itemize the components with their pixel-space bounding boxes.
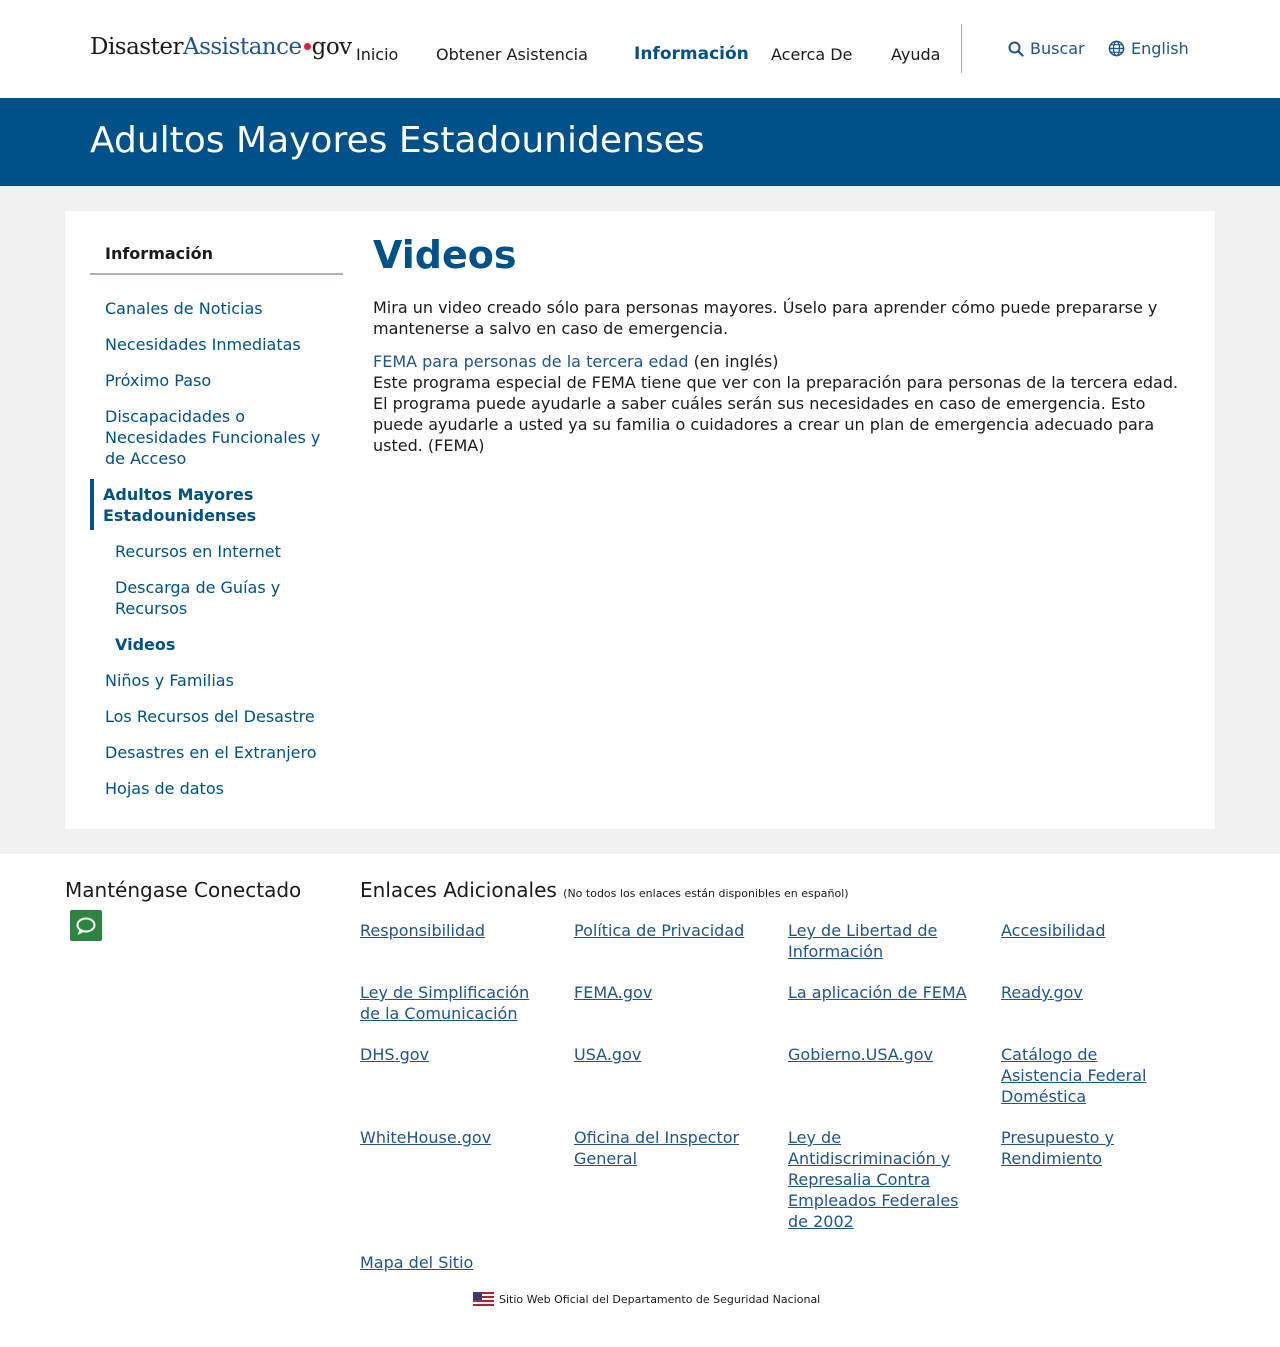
footer-link-gobierno-usa-gov[interactable]: Gobierno.USA.gov [788, 1044, 978, 1065]
sidebar-subitem-recursos-en-internet[interactable]: Recursos en Internet [115, 541, 340, 562]
sidebar-item-ninos-y-familias[interactable]: Niños y Familias [105, 670, 340, 691]
footer-link-privacidad[interactable]: Política de Privacidad [574, 920, 764, 941]
footer-link-responsibilidad[interactable]: Responsibilidad [360, 920, 550, 941]
footer-link-accesibilidad[interactable]: Accesibilidad [1001, 920, 1191, 941]
sidebar-item-adultos-mayores[interactable]: Adultos Mayores Estadounidenses [103, 484, 338, 526]
nav-acerca-de[interactable]: Acerca De [771, 45, 852, 64]
sidebar-divider [90, 273, 343, 275]
footer-link-presupuesto[interactable]: Presupuesto y Rendimiento [1001, 1127, 1171, 1169]
sidebar-subitem-videos[interactable]: Videos [115, 634, 340, 655]
sidebar-heading: Información [105, 244, 214, 263]
video-entry: FEMA para personas de la tercera edad (e… [373, 351, 1193, 456]
chat-button[interactable] [70, 910, 102, 941]
official-site-text: Sitio Web Oficial del Departamento de Se… [499, 1292, 821, 1306]
footer-link-dhs-gov[interactable]: DHS.gov [360, 1044, 550, 1065]
footer-link-whitehouse-gov[interactable]: WhiteHouse.gov [360, 1127, 550, 1148]
speech-bubble-icon [76, 917, 96, 935]
sidebar-item-desastres-extranjero[interactable]: Desastres en el Extranjero [105, 742, 340, 763]
globe-icon [1108, 40, 1125, 57]
search-button[interactable]: Buscar [1008, 39, 1085, 58]
sidebar-item-discapacidades[interactable]: Discapacidades o Necesidades Funcionales… [105, 406, 340, 469]
logo-text-gov: gov [311, 34, 353, 60]
footer-link-simplificacion[interactable]: Ley de Simplificación de la Comunicación [360, 982, 545, 1024]
nav-informacion[interactable]: Información [634, 44, 749, 64]
search-icon [1008, 41, 1024, 57]
footer-connected-heading: Manténgase Conectado [65, 878, 302, 902]
footer-link-aplicacion-fema[interactable]: La aplicación de FEMA [788, 982, 978, 1003]
page-banner: Adultos Mayores Estadounidenses [0, 98, 1280, 186]
footer-link-mapa-del-sitio[interactable]: Mapa del Sitio [360, 1252, 550, 1273]
footer-link-catalogo[interactable]: Catálogo de Asistencia Federal Doméstica [1001, 1044, 1171, 1107]
footer-link-inspector-general[interactable]: Oficina del Inspector General [574, 1127, 759, 1169]
intro-paragraph: Mira un video creado sólo para personas … [373, 298, 1158, 338]
sidebar-subitem-descarga-de-guias[interactable]: Descarga de Guías y Recursos [115, 577, 340, 619]
video-link[interactable]: FEMA para personas de la tercera edad [373, 352, 688, 371]
nav-inicio[interactable]: Inicio [356, 45, 398, 64]
video-description: Este programa especial de FEMA tiene que… [373, 373, 1179, 455]
us-flag-icon [473, 1292, 494, 1306]
footer-link-antidiscriminacion[interactable]: Ley de Antidiscriminación y Represalia C… [788, 1127, 973, 1232]
nav-obtener-asistencia[interactable]: Obtener Asistencia [436, 45, 588, 64]
site-logo[interactable]: DisasterAssistance gov [90, 34, 352, 60]
logo-dot-icon [303, 43, 311, 50]
footer-link-libertad-informacion[interactable]: Ley de Libertad de Información [788, 920, 963, 962]
footer-link-fema-gov[interactable]: FEMA.gov [574, 982, 764, 1003]
sidebar-item-recursos-del-desastre[interactable]: Los Recursos del Desastre [105, 706, 340, 727]
language-label: English [1131, 39, 1189, 58]
logo-text-assistance: Assistance [182, 34, 302, 60]
banner-title: Adultos Mayores Estadounidenses [90, 120, 705, 161]
official-site-notice: Sitio Web Oficial del Departamento de Se… [473, 1292, 820, 1306]
footer-link-usa-gov[interactable]: USA.gov [574, 1044, 764, 1065]
logo-text-disaster: Disaster [90, 34, 183, 60]
sidebar-item-hojas-de-datos[interactable]: Hojas de datos [105, 778, 340, 799]
sidebar-item-necesidades-inmediatas[interactable]: Necesidades Inmediatas [105, 334, 340, 355]
nav-divider [961, 24, 962, 73]
footer-links-note: (No todos los enlaces están disponibles … [563, 887, 849, 900]
page-title: Videos [373, 233, 517, 277]
language-toggle[interactable]: English [1108, 39, 1189, 58]
footer-links-heading: Enlaces Adicionales (No todos los enlace… [360, 878, 849, 902]
site-header: DisasterAssistance gov Inicio Obtener Asi… [0, 0, 1280, 98]
footer-link-ready-gov[interactable]: Ready.gov [1001, 982, 1191, 1003]
search-label: Buscar [1030, 39, 1085, 58]
footer-links-title: Enlaces Adicionales [360, 878, 557, 902]
video-link-note: (en inglés) [688, 352, 779, 371]
sidebar-current-indicator [90, 479, 94, 530]
sidebar-item-canales-de-noticias[interactable]: Canales de Noticias [105, 298, 340, 319]
sidebar-item-proximo-paso[interactable]: Próximo Paso [105, 370, 340, 391]
nav-ayuda[interactable]: Ayuda [891, 45, 940, 64]
